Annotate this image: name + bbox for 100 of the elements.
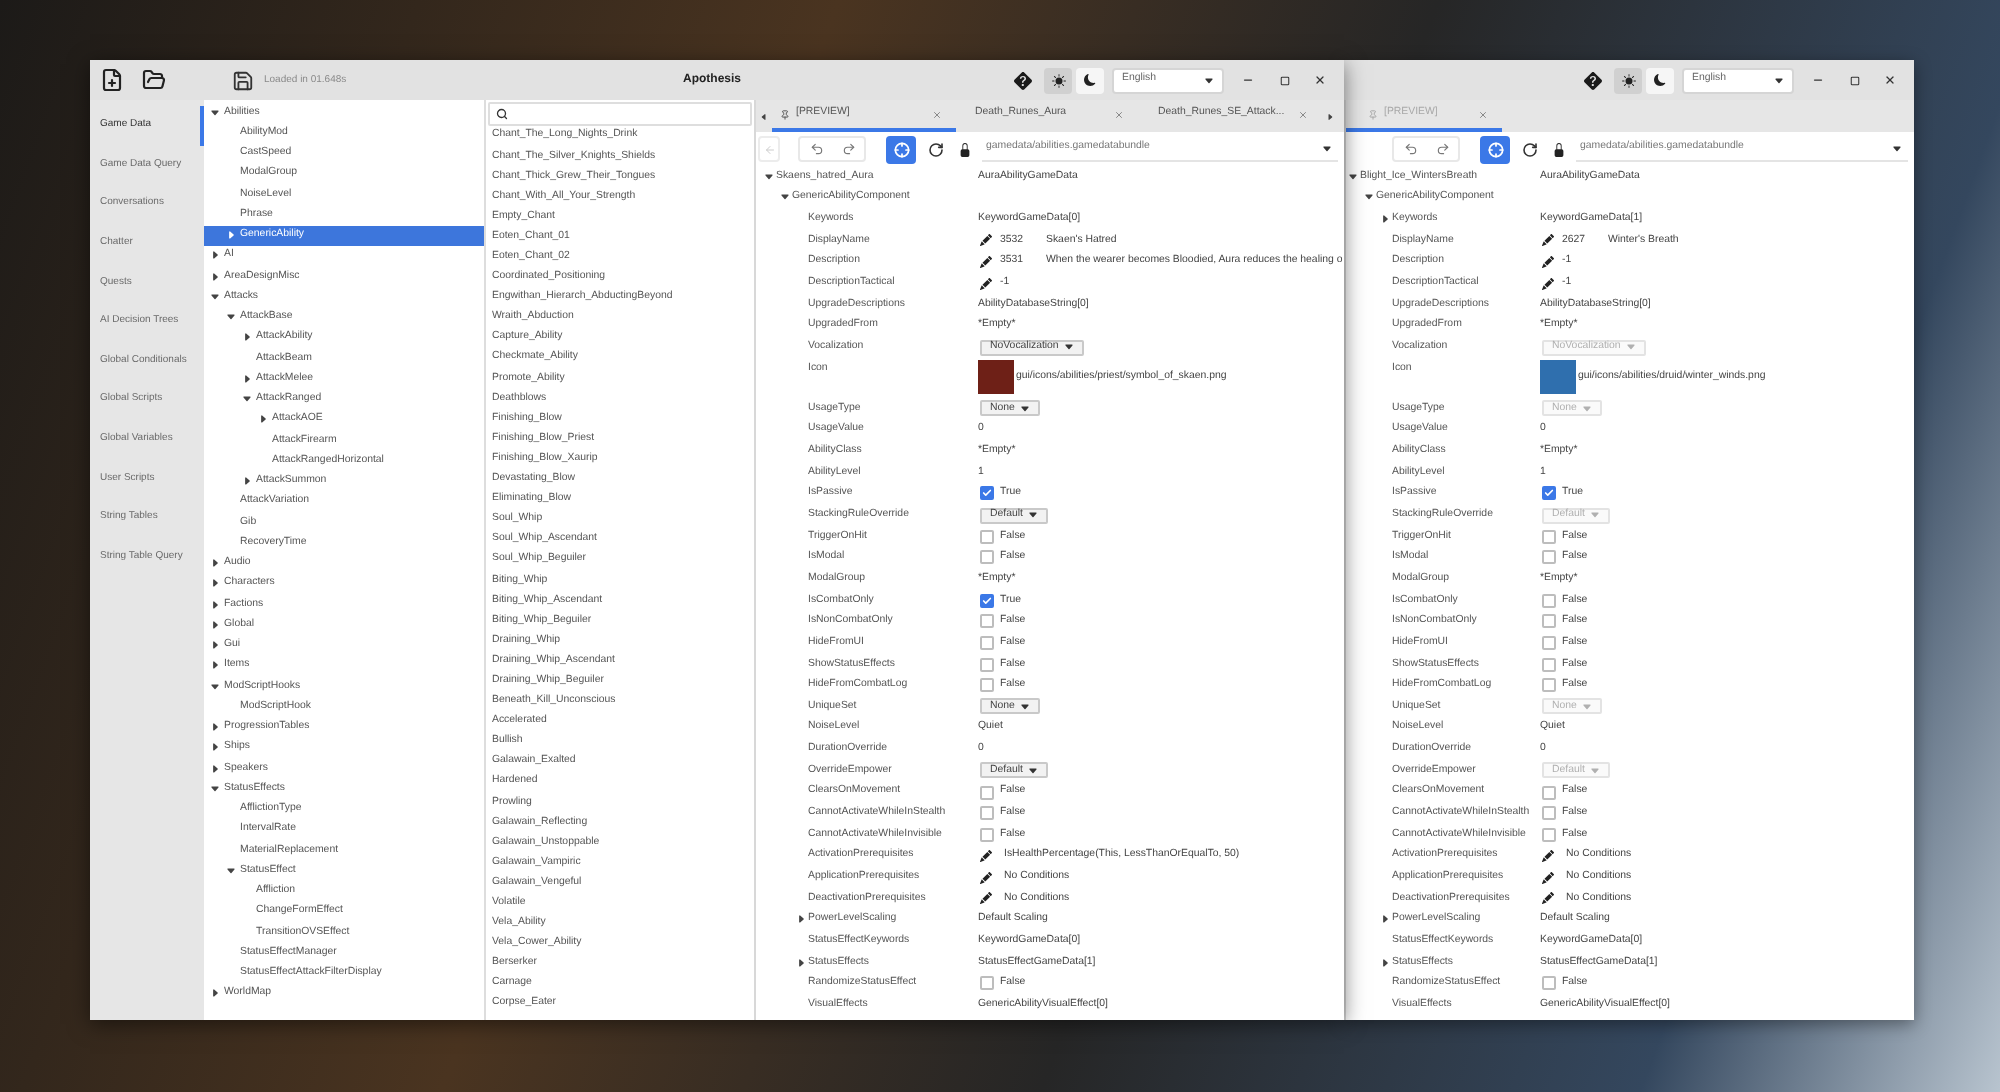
caret-right-icon[interactable]	[1380, 957, 1390, 968]
caret-right-icon[interactable]	[796, 914, 806, 925]
caret-down-icon[interactable]	[764, 171, 774, 182]
caret-right-icon[interactable]	[210, 619, 220, 630]
pencil-icon[interactable]	[980, 850, 992, 863]
checkbox[interactable]	[1542, 486, 1556, 501]
checkbox[interactable]	[1542, 550, 1556, 565]
caret-down-icon[interactable]	[780, 192, 790, 203]
caret-down-icon[interactable]	[210, 291, 220, 302]
pencil-icon[interactable]	[1542, 277, 1554, 290]
pencil-icon[interactable]	[1542, 255, 1554, 268]
locate-button[interactable]	[886, 135, 916, 163]
pencil-icon[interactable]	[1542, 850, 1554, 863]
caret-right-icon[interactable]	[1325, 111, 1333, 121]
minimize-icon[interactable]	[1242, 74, 1255, 86]
caret-right-icon[interactable]	[210, 763, 220, 774]
checkbox[interactable]	[980, 657, 994, 672]
close-icon[interactable]	[1314, 74, 1327, 86]
moon-icon	[1084, 74, 1097, 86]
checkbox[interactable]	[980, 976, 994, 991]
caret-right-icon[interactable]	[1380, 914, 1390, 925]
caret-down-icon[interactable]	[226, 865, 236, 876]
pencil-icon[interactable]	[980, 234, 992, 247]
caret-down-icon[interactable]	[242, 394, 252, 405]
caret-down-icon[interactable]	[210, 681, 220, 692]
checkbox[interactable]	[980, 806, 994, 821]
dark-theme-button[interactable]	[1646, 67, 1674, 93]
help-icon[interactable]	[1014, 71, 1033, 89]
maximize-icon[interactable]	[1849, 75, 1859, 85]
pencil-icon[interactable]	[1542, 871, 1554, 884]
caret-right-icon[interactable]	[226, 230, 236, 241]
pencil-icon[interactable]	[1542, 892, 1554, 905]
caret-down-icon[interactable]	[226, 312, 236, 323]
lock-icon[interactable]	[958, 141, 972, 157]
caret-down-icon[interactable]	[1348, 171, 1358, 182]
undo-icon[interactable]	[809, 142, 823, 156]
caret-down-icon[interactable]	[210, 107, 220, 118]
checkbox[interactable]	[980, 635, 994, 650]
caret-right-icon[interactable]	[210, 660, 220, 671]
maximize-icon[interactable]	[1279, 75, 1290, 85]
light-theme-button[interactable]	[1614, 67, 1642, 93]
pencil-icon[interactable]	[980, 255, 992, 268]
caret-down-icon[interactable]	[210, 783, 220, 794]
caret-right-icon[interactable]	[242, 332, 252, 343]
caret-down-icon	[1626, 342, 1637, 353]
undo-icon[interactable]	[1403, 142, 1417, 156]
pencil-icon[interactable]	[980, 892, 992, 905]
caret-right-icon[interactable]	[796, 957, 806, 968]
pencil-icon[interactable]	[1542, 234, 1554, 247]
checkbox[interactable]	[1542, 976, 1556, 991]
caret-right-icon[interactable]	[1380, 214, 1390, 225]
checkbox[interactable]	[980, 550, 994, 565]
checkbox[interactable]	[980, 827, 994, 842]
dark-theme-button[interactable]	[1076, 67, 1105, 93]
caret-right-icon[interactable]	[210, 988, 220, 999]
redo-icon[interactable]	[841, 142, 855, 156]
caret-right-icon[interactable]	[258, 414, 268, 425]
checkbox[interactable]	[980, 593, 994, 608]
caret-left-icon[interactable]	[760, 111, 768, 121]
new-file-icon[interactable]	[100, 68, 124, 92]
caret-down-icon	[1028, 510, 1039, 521]
checkbox[interactable]	[1542, 593, 1556, 608]
caret-right-icon[interactable]	[242, 373, 252, 384]
pencil-icon[interactable]	[980, 871, 992, 884]
redo-icon[interactable]	[1435, 142, 1449, 156]
caret-right-icon[interactable]	[210, 640, 220, 651]
lock-icon[interactable]	[1552, 141, 1566, 157]
caret-right-icon[interactable]	[210, 599, 220, 610]
minimize-icon[interactable]	[1812, 74, 1824, 86]
search-field[interactable]	[488, 102, 752, 126]
checkbox[interactable]	[1542, 827, 1556, 842]
checkbox[interactable]	[1542, 614, 1556, 629]
caret-right-icon[interactable]	[210, 742, 220, 753]
caret-right-icon[interactable]	[210, 250, 220, 261]
checkbox[interactable]	[1542, 785, 1556, 800]
refresh-icon[interactable]	[1522, 141, 1538, 157]
caret-right-icon[interactable]	[210, 722, 220, 733]
checkbox[interactable]	[980, 678, 994, 693]
checkbox[interactable]	[1542, 635, 1556, 650]
folder-icon[interactable]	[142, 68, 166, 92]
crosshair-icon	[893, 141, 909, 157]
checkbox[interactable]	[1542, 806, 1556, 821]
checkbox[interactable]	[980, 486, 994, 501]
checkbox[interactable]	[1542, 678, 1556, 693]
refresh-icon[interactable]	[928, 141, 944, 157]
checkbox[interactable]	[980, 529, 994, 544]
caret-right-icon[interactable]	[210, 271, 220, 282]
checkbox[interactable]	[980, 785, 994, 800]
locate-button[interactable]	[1480, 135, 1510, 163]
checkbox[interactable]	[1542, 657, 1556, 672]
light-theme-button[interactable]	[1044, 67, 1073, 93]
caret-right-icon[interactable]	[210, 578, 220, 589]
caret-right-icon[interactable]	[242, 476, 252, 487]
checkbox[interactable]	[1542, 529, 1556, 544]
caret-right-icon[interactable]	[210, 558, 220, 569]
caret-down-icon[interactable]	[1364, 192, 1374, 203]
close-icon[interactable]	[1884, 74, 1896, 86]
help-icon[interactable]	[1584, 71, 1602, 89]
checkbox[interactable]	[980, 614, 994, 629]
pencil-icon[interactable]	[980, 277, 992, 290]
